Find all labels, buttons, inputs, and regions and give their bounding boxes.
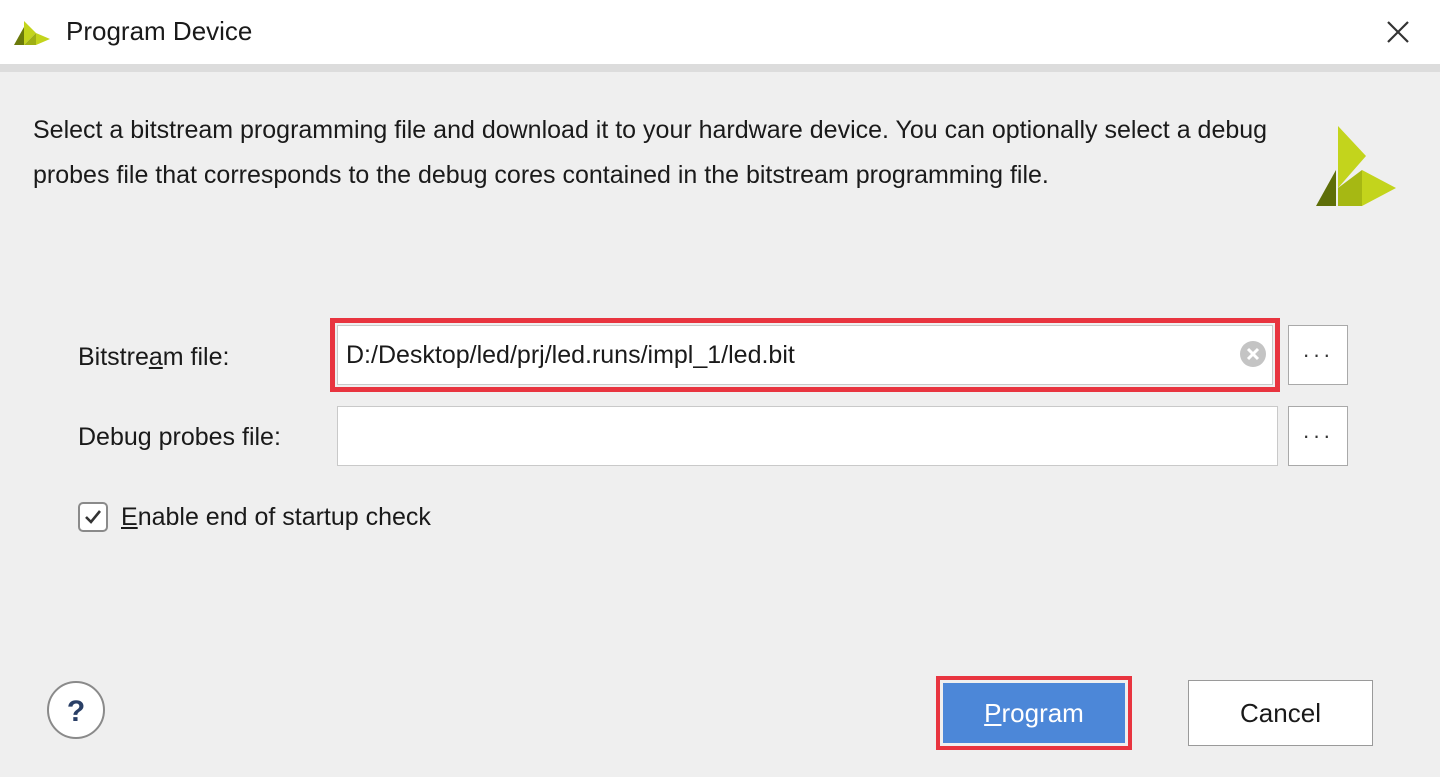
title-divider [0, 64, 1440, 72]
bitstream-browse-button[interactable]: ··· [1288, 325, 1348, 385]
debug-probes-browse-button[interactable]: ··· [1288, 406, 1348, 466]
program-button[interactable]: Program [943, 683, 1125, 743]
xilinx-logo-icon [1316, 126, 1396, 206]
debug-probes-file-input[interactable] [337, 406, 1278, 466]
svg-text:?: ? [67, 695, 85, 728]
debug-probes-file-label: Debug probes file: [78, 423, 281, 451]
clear-icon[interactable] [1238, 339, 1268, 369]
title-bar: Program Device [0, 0, 1440, 64]
dialog-description: Select a bitstream programming file and … [33, 116, 1268, 189]
bitstream-file-input[interactable] [337, 325, 1273, 385]
bitstream-file-label: Bitstream file: [78, 343, 230, 371]
window-title: Program Device [66, 16, 253, 46]
startup-check-label: Enable end of startup check [121, 502, 431, 531]
startup-check-row: Enable end of startup check [78, 498, 431, 536]
startup-check-checkbox[interactable] [78, 502, 108, 532]
xilinx-logo-icon [14, 21, 50, 45]
help-icon[interactable]: ? [46, 680, 106, 740]
checkmark-icon [85, 510, 102, 524]
close-icon[interactable] [1378, 12, 1418, 52]
cancel-button[interactable]: Cancel [1188, 680, 1373, 746]
